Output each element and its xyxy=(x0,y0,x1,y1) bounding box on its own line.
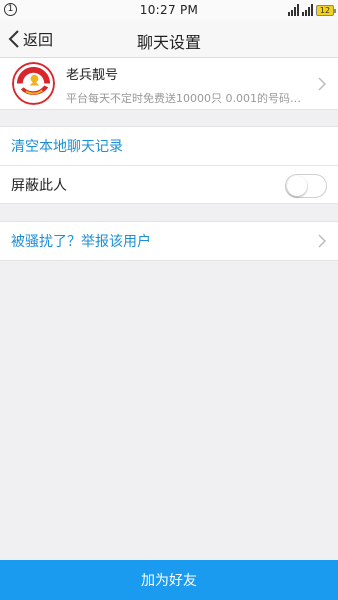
signal-icon xyxy=(288,4,299,16)
clear-history-label: 清空本地聊天记录 xyxy=(11,139,123,155)
report-user-button[interactable]: 被骚扰了？举报该用户 xyxy=(0,222,338,260)
clear-history-button[interactable]: 清空本地聊天记录 xyxy=(0,127,338,165)
back-button[interactable]: 返回 xyxy=(8,28,53,50)
block-toggle[interactable] xyxy=(285,174,327,198)
profile-name: 老兵靓号 xyxy=(66,68,119,83)
chevron-left-icon xyxy=(8,30,19,48)
back-label: 返回 xyxy=(23,30,54,49)
status-indicators: 12 xyxy=(288,4,336,16)
profile-card[interactable]: 老兵靓号 平台每天不定时免费送10000只 0.001的号码… xyxy=(0,58,338,110)
nav-bar: 返回 聊天设置 xyxy=(0,20,338,58)
report-group: 被骚扰了？举报该用户 xyxy=(0,221,338,261)
report-label: 被骚扰了？举报该用户 xyxy=(11,234,151,250)
block-label: 屏蔽此人 xyxy=(11,177,67,194)
chevron-right-icon xyxy=(318,234,326,248)
avatar xyxy=(12,62,55,105)
add-friend-button[interactable]: 加为好友 xyxy=(0,560,338,600)
battery-icon: 12 xyxy=(316,5,336,16)
status-bar: 1 10:27 PM 12 xyxy=(0,0,338,20)
signal-icon xyxy=(302,4,313,16)
chevron-right-icon xyxy=(318,77,326,91)
settings-group: 清空本地聊天记录 屏蔽此人 xyxy=(0,126,338,204)
profile-signature: 平台每天不定时免费送10000只 0.001的号码… xyxy=(66,92,301,105)
block-row: 屏蔽此人 xyxy=(0,165,338,203)
toggle-knob xyxy=(287,176,307,196)
